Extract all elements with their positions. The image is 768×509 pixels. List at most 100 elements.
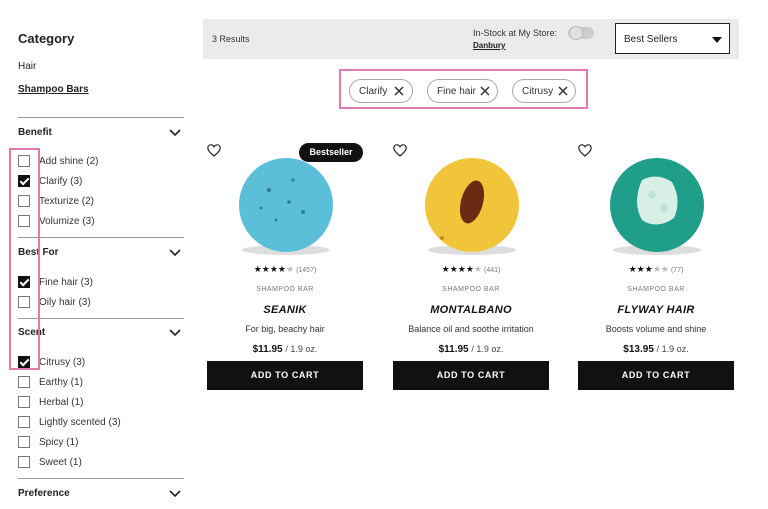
option-label: Spicy (1) [39,437,79,448]
filter-option-lightly-scented[interactable]: Lightly scented (3) [18,416,184,430]
checkbox[interactable] [18,396,30,408]
chip-label: Clarify [359,86,388,97]
checkbox[interactable] [18,376,30,388]
filter-section-preference[interactable]: Preference [18,488,184,502]
product-card: ★★★★★ (441) SHAMPOO BAR MONTALBANO Balanc… [393,140,549,390]
product-kind: SHAMPOO BAR [627,286,685,293]
option-label: Citrusy (3) [39,357,86,368]
product-description: Boosts volume and shine [605,324,707,334]
product-kind: SHAMPOO BAR [256,286,314,293]
section-title: Best For [18,247,59,258]
heart-icon[interactable] [207,144,221,157]
option-label: Earthy (1) [39,377,83,388]
close-icon[interactable] [394,86,404,96]
sort-select[interactable]: Best Sellers [615,23,730,54]
category-link-hair[interactable]: Hair [18,61,36,72]
filter-option-oily-hair[interactable]: Oily hair (3) [18,296,184,310]
checkbox[interactable] [18,215,30,227]
product-description: Balance oil and soothe irritation [408,324,534,334]
price-value: $13.95 [623,344,654,355]
divider [18,117,184,118]
results-toolbar: 3 Results In-Stock at My Store: Danbury … [203,19,739,59]
price-unit: / 1.9 oz. [285,344,318,354]
chip-clarify[interactable]: Clarify [349,79,413,103]
chip-citrusy[interactable]: Citrusy [512,79,576,103]
option-label: Herbal (1) [39,397,84,408]
checkbox[interactable] [18,155,30,167]
product-price: $11.95 / 1.9 oz. [393,344,549,355]
caret-down-icon [712,37,722,43]
checkbox[interactable] [18,175,30,187]
product-name[interactable]: SEANIK [207,304,363,316]
product-card: ★★★★★ (77) SHAMPOO BAR FLYWAY HAIR Boosts… [578,140,734,390]
checkbox[interactable] [18,276,30,288]
option-label: Clarify (3) [39,176,83,187]
filter-option-volumize[interactable]: Volumize (3) [18,215,184,229]
chip-label: Citrusy [522,86,554,97]
checkbox[interactable] [18,456,30,468]
filter-section-scent[interactable]: Scent [18,327,184,341]
add-to-cart-button[interactable]: ADD TO CART [393,361,549,390]
product-price: $13.95 / 1.9 oz. [578,344,734,355]
toggle-knob [569,26,583,40]
price-unit: / 1.9 oz. [471,344,504,354]
divider [18,478,184,479]
section-title: Preference [18,488,70,499]
product-card: Bestseller ★★★★★ (1457) SHAMPOO BAR SEANI… [207,140,363,390]
filter-option-fine-hair[interactable]: Fine hair (3) [18,276,184,290]
product-description: For big, beachy hair [245,324,325,334]
star-icons: ★★★★★ [253,264,295,274]
rating-count: (77) [670,267,684,274]
category-link-shampoo-bars[interactable]: Shampoo Bars [18,84,89,95]
product-image[interactable] [602,150,712,260]
price-value: $11.95 [438,344,469,355]
divider [18,318,184,319]
results-count: 3 Results [212,34,250,44]
product-name[interactable]: FLYWAY HAIR [578,304,734,316]
option-label: Fine hair (3) [39,277,93,288]
chevron-down-icon [169,490,181,498]
heart-icon[interactable] [578,144,592,157]
rating: ★★★★★ (441) [393,264,549,275]
filter-option-earthy[interactable]: Earthy (1) [18,376,184,390]
chip-fine-hair[interactable]: Fine hair [427,79,498,103]
chevron-down-icon [169,129,181,137]
rating-count: (441) [484,267,501,274]
sort-value: Best Sellers [624,34,678,45]
rating: ★★★★★ (1457) [207,264,363,275]
filter-option-texturize[interactable]: Texturize (2) [18,195,184,209]
option-label: Lightly scented (3) [39,417,121,428]
checkbox[interactable] [18,296,30,308]
filter-option-clarify[interactable]: Clarify (3) [18,175,184,189]
filter-section-benefit[interactable]: Benefit [18,127,184,141]
product-image[interactable] [231,150,341,260]
section-title: Scent [18,327,46,338]
filter-option-spicy[interactable]: Spicy (1) [18,436,184,450]
checkbox[interactable] [18,416,30,428]
chevron-down-icon [169,329,181,337]
checkbox[interactable] [18,356,30,368]
product-name[interactable]: MONTALBANO [393,304,549,316]
option-label: Sweet (1) [39,457,82,468]
product-price: $11.95 / 1.9 oz. [207,344,363,355]
add-to-cart-button[interactable]: ADD TO CART [578,361,734,390]
bestseller-badge: Bestseller [299,143,363,162]
filter-option-sweet[interactable]: Sweet (1) [18,456,184,470]
price-value: $11.95 [252,344,283,355]
checkbox[interactable] [18,436,30,448]
product-image[interactable] [417,150,527,260]
heart-icon[interactable] [393,144,407,157]
filter-option-herbal[interactable]: Herbal (1) [18,396,184,410]
close-icon[interactable] [480,86,490,96]
close-icon[interactable] [558,86,568,96]
star-icons: ★★★★★ [441,264,482,274]
add-to-cart-button[interactable]: ADD TO CART [207,361,363,390]
instock-toggle[interactable] [568,26,594,40]
filter-option-add-shine[interactable]: Add shine (2) [18,155,184,169]
checkbox[interactable] [18,195,30,207]
filter-section-best-for[interactable]: Best For [18,247,184,261]
star-icons: ★★★★★ [628,264,669,274]
store-link[interactable]: Danbury [473,41,505,50]
active-filter-chips: Clarify Fine hair Citrusy [339,69,588,109]
filter-option-citrusy[interactable]: Citrusy (3) [18,356,184,370]
